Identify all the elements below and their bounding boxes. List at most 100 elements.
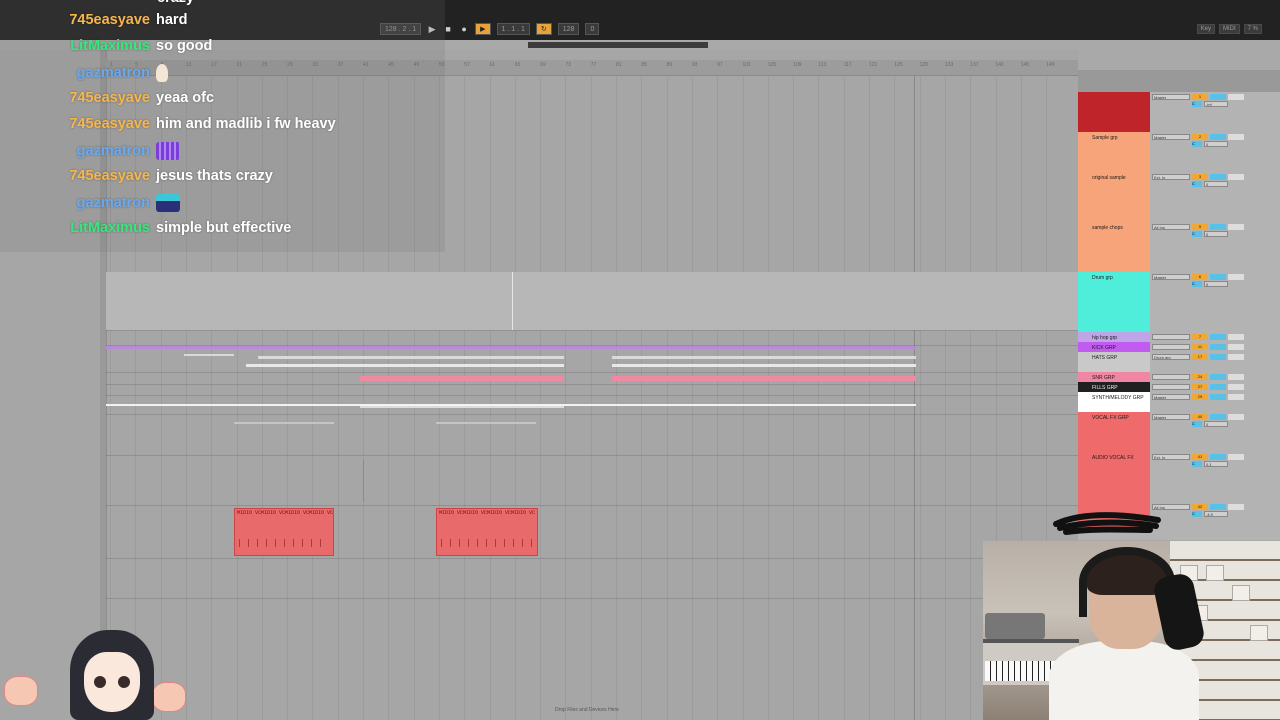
track-header[interactable]: Drum grp	[1078, 272, 1150, 332]
volume-value[interactable]: 0	[1204, 421, 1228, 427]
kick-clip[interactable]	[184, 354, 234, 356]
track-number-button[interactable]: 40	[1192, 414, 1208, 420]
overview-scrollbar[interactable]	[528, 42, 708, 48]
record-icon[interactable]: ●	[459, 24, 469, 34]
solo-button[interactable]	[1210, 394, 1226, 400]
track-number-button[interactable]: 42	[1192, 504, 1208, 510]
track-header[interactable]: sample chops	[1078, 222, 1150, 272]
output-routing-select[interactable]	[1152, 334, 1190, 340]
track-header[interactable]: VOCAL FX GRP	[1078, 412, 1150, 452]
solo-button[interactable]	[1210, 344, 1226, 350]
solo-button[interactable]	[1210, 174, 1226, 180]
arm-button[interactable]	[1228, 344, 1244, 350]
track-header[interactable]	[1078, 92, 1150, 132]
chat-username[interactable]: gazmatron	[0, 143, 150, 159]
track-number-button[interactable]: 29	[1192, 394, 1208, 400]
output-routing-select[interactable]: Master	[1152, 94, 1190, 100]
volume-value[interactable]: 0.1	[1204, 461, 1228, 467]
arm-button[interactable]	[1228, 94, 1244, 100]
hats-clip[interactable]	[612, 364, 916, 367]
track-header[interactable]: original sample	[1078, 172, 1150, 222]
arm-button[interactable]	[1228, 224, 1244, 230]
arm-button[interactable]	[1228, 504, 1244, 510]
chat-username[interactable]: 745easyave	[0, 116, 150, 132]
track-number-button[interactable]: 1	[1192, 94, 1208, 100]
pan-value[interactable]: C	[1192, 231, 1202, 237]
track-number-button[interactable]: 3	[1192, 174, 1208, 180]
output-routing-select[interactable]	[1152, 374, 1190, 380]
chat-username[interactable]: 745easyave	[0, 90, 150, 106]
snare-clip[interactable]	[360, 376, 564, 381]
chat-username[interactable]: gazmatron	[0, 65, 150, 81]
arm-button[interactable]	[1228, 414, 1244, 420]
midi-map-button[interactable]: MIDI	[1218, 24, 1240, 34]
output-routing-select[interactable]: Master	[1152, 394, 1190, 400]
volume-value[interactable]: 0	[1204, 141, 1228, 147]
volume-value[interactable]: 0	[1204, 181, 1228, 187]
output-routing-select[interactable]: Master	[1152, 134, 1190, 140]
solo-button[interactable]	[1210, 224, 1226, 230]
pan-value[interactable]: C	[1192, 511, 1202, 517]
solo-button[interactable]	[1210, 414, 1226, 420]
kick-clip[interactable]	[258, 356, 564, 359]
output-routing-select[interactable]: Master	[1152, 414, 1190, 420]
arm-button[interactable]	[1228, 274, 1244, 280]
output-routing-select[interactable]	[1152, 384, 1190, 390]
arm-button[interactable]	[1228, 394, 1244, 400]
loop-button[interactable]: ↻	[535, 23, 552, 35]
output-routing-select[interactable]: Master	[1152, 274, 1190, 280]
midi-clip[interactable]: MIDIO VCMIDIO VCMIDIO VCMIDIO VC	[234, 508, 334, 556]
arm-button[interactable]	[1228, 384, 1244, 390]
synth-clip[interactable]	[360, 406, 564, 408]
arm-button[interactable]	[1228, 334, 1244, 340]
chat-username[interactable]: 745easyave	[0, 12, 150, 28]
pan-value[interactable]: C	[1192, 141, 1202, 147]
track-header[interactable]: HATS GRP	[1078, 352, 1150, 372]
output-routing-select[interactable]	[1152, 344, 1190, 350]
solo-button[interactable]	[1210, 454, 1226, 460]
vocal-fx-clip[interactable]	[234, 422, 334, 424]
pan-value[interactable]: C	[1192, 101, 1202, 107]
track-header[interactable]: AUDIO VOCAL FX	[1078, 452, 1150, 502]
solo-button[interactable]	[1210, 334, 1226, 340]
position-display[interactable]: 1 . 1 . 1	[496, 23, 530, 35]
track-header[interactable]: Sample grp	[1078, 132, 1150, 172]
solo-button[interactable]	[1210, 374, 1226, 380]
solo-button[interactable]	[1210, 94, 1226, 100]
solo-button[interactable]	[1210, 274, 1226, 280]
track-header[interactable]: FILLS GRP	[1078, 382, 1150, 392]
arm-button[interactable]	[1228, 174, 1244, 180]
chat-username[interactable]: gazmatron	[0, 195, 150, 211]
arm-button[interactable]	[1228, 354, 1244, 360]
track-number-button[interactable]: 7	[1192, 334, 1208, 340]
track-header[interactable]: SYNTH/MELODY GRP	[1078, 392, 1150, 412]
key-map-button[interactable]: Key	[1196, 24, 1215, 34]
track-number-button[interactable]: 5	[1192, 224, 1208, 230]
vocal-fx-clip[interactable]	[436, 422, 536, 424]
arm-button[interactable]	[1228, 374, 1244, 380]
pan-value[interactable]: C	[1192, 421, 1202, 427]
volume-value[interactable]: 0	[1204, 281, 1228, 287]
volume-value[interactable]: -4.9	[1204, 511, 1228, 517]
track-number-button[interactable]: 24	[1192, 374, 1208, 380]
chat-username[interactable]: LitMaximus	[0, 220, 150, 236]
pan-value[interactable]: C	[1192, 461, 1202, 467]
arm-button[interactable]	[1228, 454, 1244, 460]
track-number-button[interactable]: 2	[1192, 134, 1208, 140]
volume-value[interactable]: -inf	[1204, 101, 1228, 107]
volume-value[interactable]: 0	[1204, 231, 1228, 237]
chat-username[interactable]: 745easyave	[0, 168, 150, 184]
solo-button[interactable]	[1210, 384, 1226, 390]
output-routing-select[interactable]: Ext. In	[1152, 174, 1190, 180]
hip-hop-grp-clip[interactable]	[106, 346, 916, 349]
bpm-display[interactable]: 128	[557, 23, 580, 35]
track-number-button[interactable]: 6	[1192, 274, 1208, 280]
chat-username[interactable]: LitMaximus	[0, 38, 150, 54]
midi-clip[interactable]: MIDIO VCMIDIO VCMIDIO VCMIDIO VC	[436, 508, 538, 556]
pan-value[interactable]: C	[1192, 281, 1202, 287]
snare-clip[interactable]	[612, 376, 916, 381]
track-number-button[interactable]: 27	[1192, 384, 1208, 390]
drum-group-lane[interactable]	[106, 272, 1078, 330]
output-routing-select[interactable]: Drum grp	[1152, 354, 1190, 360]
track-header[interactable]: SNR GRP	[1078, 372, 1150, 382]
